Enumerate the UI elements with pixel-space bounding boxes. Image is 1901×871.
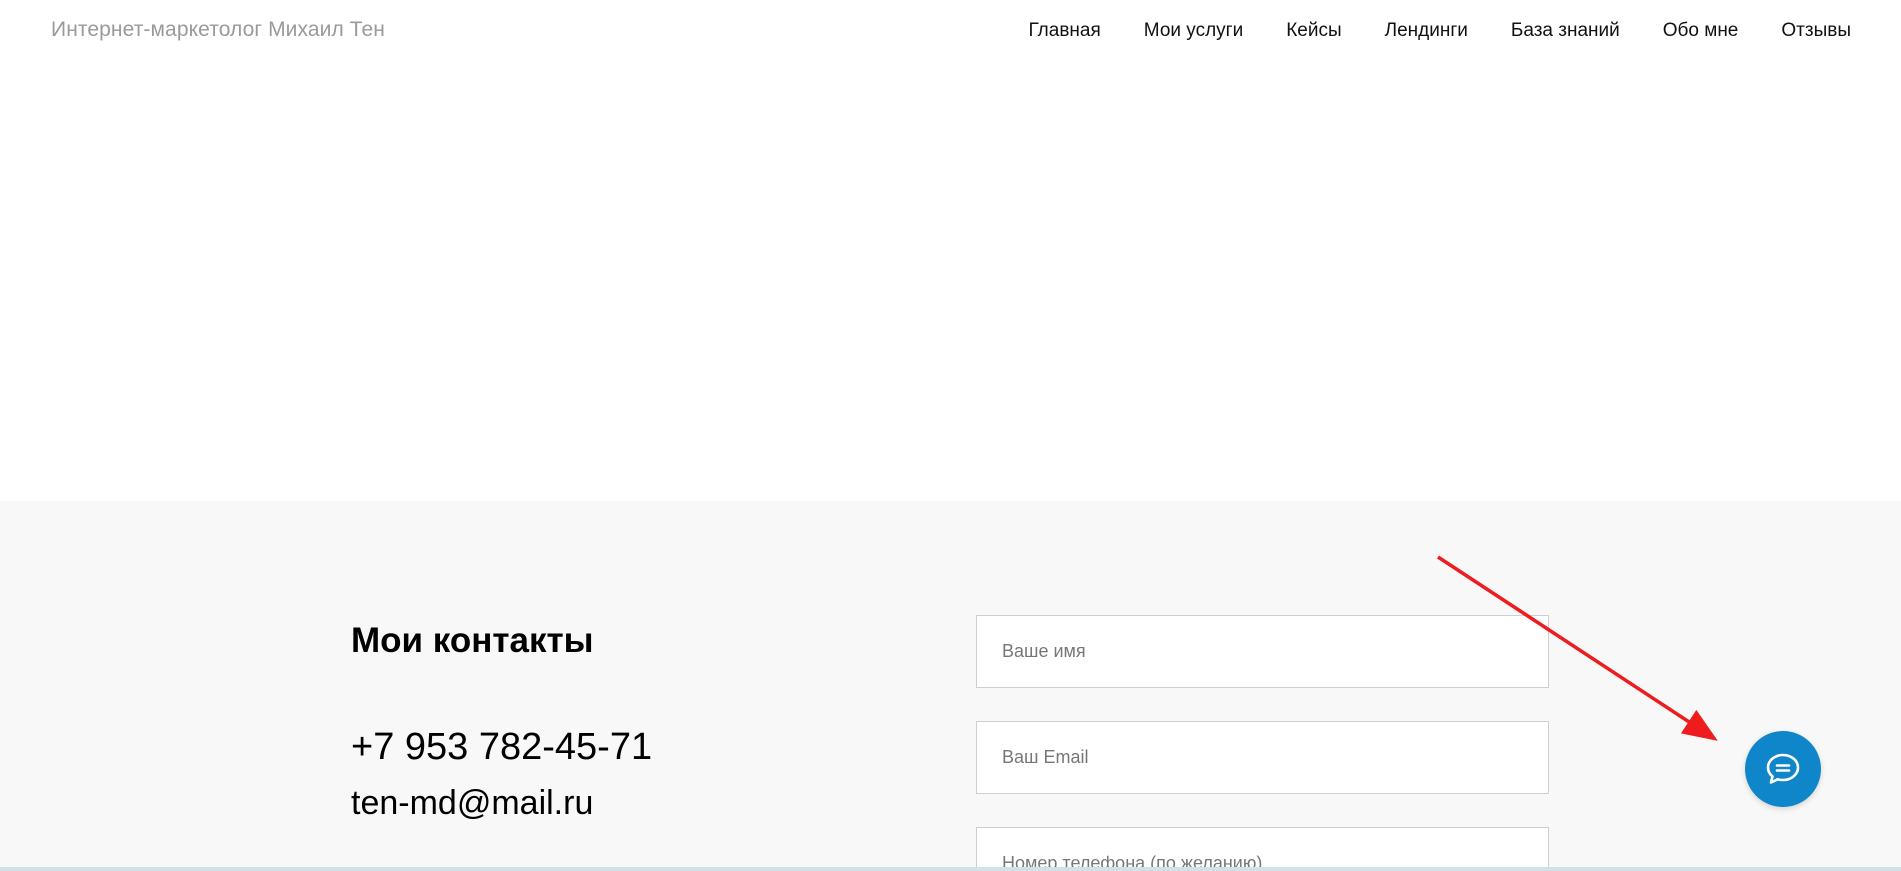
contacts-phone[interactable]: +7 953 782-45-71	[351, 726, 652, 769]
phone-input[interactable]	[976, 827, 1549, 871]
bottom-divider	[0, 867, 1901, 871]
site-title[interactable]: Интернет-маркетолог Михаил Тен	[51, 18, 385, 42]
chat-bubble-icon	[1766, 753, 1800, 784]
nav-item-knowledge-base[interactable]: База знаний	[1511, 20, 1620, 42]
nav-item-cases[interactable]: Кейсы	[1286, 20, 1341, 42]
nav-item-reviews[interactable]: Отзывы	[1781, 20, 1851, 42]
contacts-section: Мои контакты +7 953 782-45-71 ten-md@mai…	[0, 501, 1901, 871]
nav-item-services[interactable]: Мои услуги	[1144, 20, 1243, 42]
email-input[interactable]	[976, 721, 1549, 794]
contacts-email[interactable]: ten-md@mail.ru	[351, 784, 593, 823]
name-input[interactable]	[976, 615, 1549, 688]
site-header: Интернет-маркетолог Михаил Тен Главная М…	[0, 0, 1901, 64]
contacts-title: Мои контакты	[351, 621, 594, 660]
nav-item-landings[interactable]: Лендинги	[1385, 20, 1468, 42]
nav-item-home[interactable]: Главная	[1028, 20, 1100, 42]
nav-item-about[interactable]: Обо мне	[1663, 20, 1739, 42]
chat-widget-button[interactable]	[1745, 731, 1821, 807]
main-nav: Главная Мои услуги Кейсы Лендинги База з…	[985, 20, 1851, 42]
page: Интернет-маркетолог Михаил Тен Главная М…	[0, 0, 1901, 871]
